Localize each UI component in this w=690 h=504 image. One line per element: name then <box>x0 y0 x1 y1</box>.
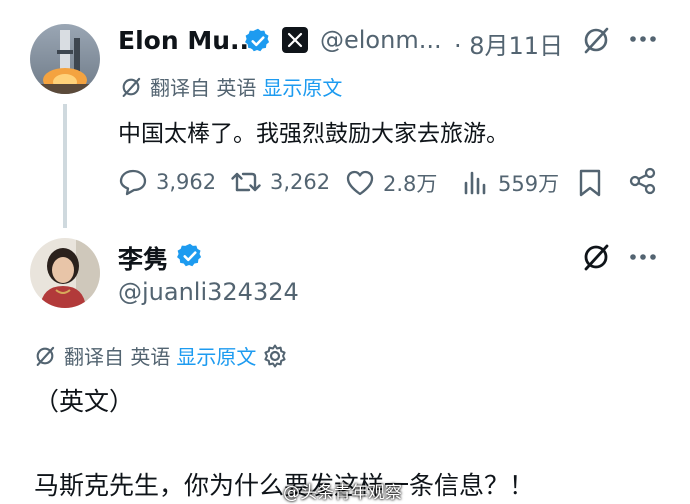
avatar-elon[interactable] <box>30 24 100 94</box>
view-count: 559万 <box>498 172 560 196</box>
retweet-count: 3,262 <box>270 170 331 194</box>
translated-from-label: 翻译自 英语 <box>64 345 171 369</box>
grok-icon[interactable] <box>580 24 612 56</box>
author-name[interactable]: 李隽 <box>118 240 168 276</box>
show-original-link[interactable]: 显示原文 <box>262 72 342 101</box>
translation-settings-gear-icon[interactable] <box>262 343 288 369</box>
author-name[interactable]: Elon Mu... <box>118 26 259 55</box>
bookmark-icon[interactable] <box>577 168 603 198</box>
grok-icon[interactable] <box>580 241 612 273</box>
tweet-date[interactable]: · 8月11日 <box>454 26 563 61</box>
x-affiliation-icon <box>282 27 308 53</box>
heart-icon <box>345 169 375 197</box>
grok-translate-icon <box>118 74 144 100</box>
views-button[interactable]: 559万 <box>462 168 559 198</box>
reply-button[interactable]: 3,962 <box>118 168 216 196</box>
retweet-icon <box>230 168 262 196</box>
translation-row: 翻译自 英语 显示原文 <box>32 341 288 370</box>
avatar-juanli[interactable] <box>30 238 100 308</box>
tweet-text: 中国太棒了。我强烈鼓励大家去旅游。 <box>118 121 509 147</box>
verified-badge-icon <box>244 27 272 55</box>
like-count: 2.8万 <box>383 172 438 196</box>
views-bar-chart-icon <box>462 169 490 197</box>
tweet-text-line-1: （英文） <box>34 387 135 416</box>
translated-from-label: 翻译自 英语 <box>150 76 257 100</box>
more-options-icon[interactable] <box>628 34 658 44</box>
author-handle[interactable]: @elonm... <box>320 26 442 54</box>
reply-count: 3,962 <box>156 170 217 194</box>
watermark: @头条青年观察 <box>283 483 402 503</box>
show-original-link[interactable]: 显示原文 <box>176 341 256 370</box>
translation-row: 翻译自 英语 显示原文 <box>118 72 342 101</box>
share-icon[interactable] <box>628 166 658 196</box>
more-options-icon[interactable] <box>628 252 658 262</box>
thread-connector-line <box>63 104 67 228</box>
retweet-button[interactable]: 3,262 <box>230 168 330 196</box>
reply-icon <box>118 168 148 196</box>
author-handle[interactable]: @juanli324324 <box>118 278 299 306</box>
verified-badge-icon <box>176 242 204 270</box>
grok-translate-icon <box>32 343 58 369</box>
like-button[interactable]: 2.8万 <box>345 168 437 198</box>
